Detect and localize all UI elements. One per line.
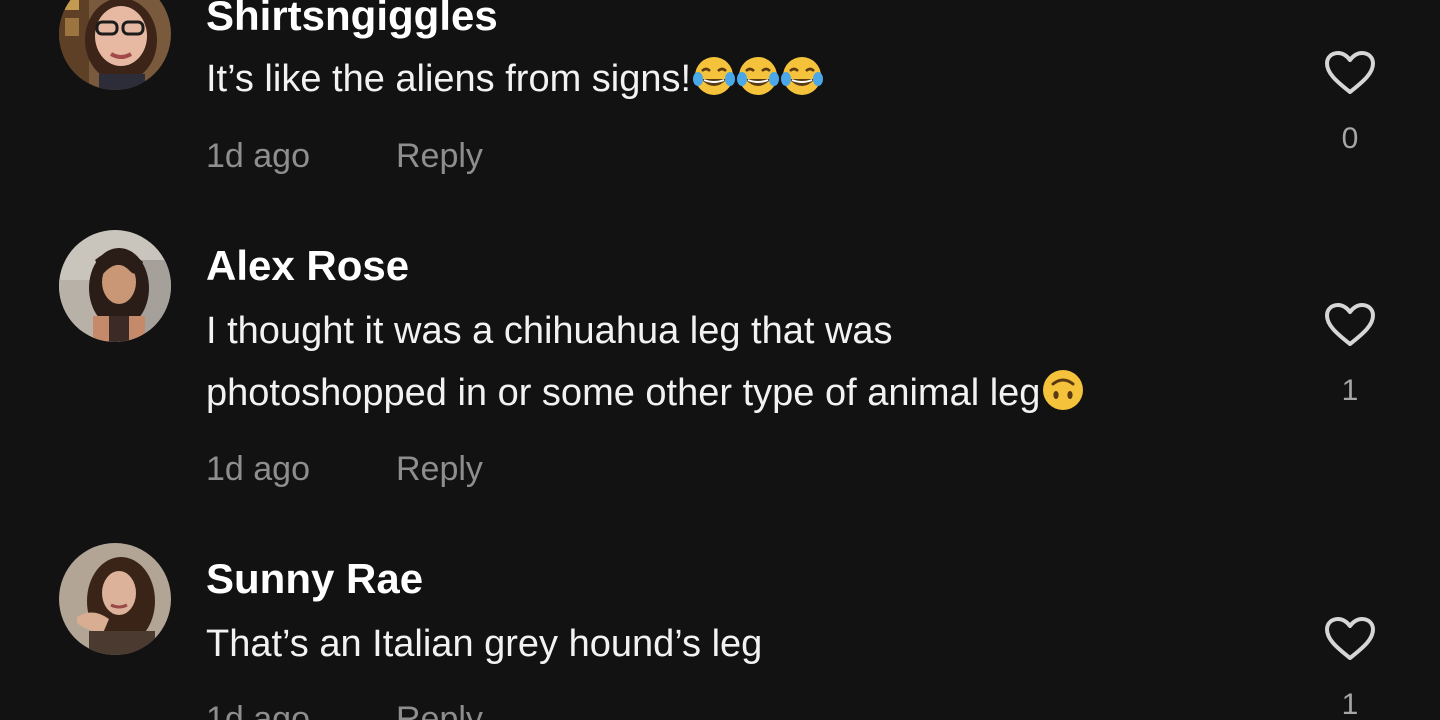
comment-text-content: That’s an Italian grey hound’s leg	[206, 623, 763, 665]
like-button[interactable]	[1322, 616, 1378, 662]
like-button[interactable]	[1322, 302, 1378, 348]
comment-text-content: It’s like the aliens from signs!	[206, 58, 692, 100]
like-count: 1	[1341, 688, 1359, 720]
avatar[interactable]	[59, 230, 171, 342]
heart-outline-icon	[1325, 51, 1375, 94]
avatar[interactable]	[59, 543, 171, 655]
comment-username[interactable]: Sunny Rae	[206, 558, 423, 600]
heart-outline-icon	[1325, 303, 1375, 346]
comment-text-line: photoshopped in or some other type of an…	[206, 362, 1286, 430]
like-button[interactable]	[1322, 50, 1378, 96]
upside-down-face-emoji-icon	[1041, 368, 1085, 430]
avatar[interactable]	[59, 0, 171, 90]
reply-button[interactable]: Reply	[396, 702, 483, 720]
comment-text-line: I thought it was a chihuahua leg that wa…	[206, 310, 893, 352]
tears-of-joy-emoji-icon	[692, 54, 826, 116]
like-count: 0	[1341, 122, 1359, 155]
reply-button[interactable]: Reply	[396, 452, 483, 486]
comment-username[interactable]: Shirtsngiggles	[206, 0, 498, 37]
comment-username[interactable]: Alex Rose	[206, 245, 409, 287]
comment-text: That’s an Italian grey hound’s leg	[206, 613, 1286, 675]
comment-text: It’s like the aliens from signs!	[206, 48, 1286, 116]
comment-meta: 1d ago Reply	[206, 450, 483, 488]
reply-button[interactable]: Reply	[396, 139, 483, 173]
comment-timestamp: 1d ago	[206, 137, 310, 175]
comment-timestamp: 1d ago	[206, 450, 310, 488]
comment-text-content: photoshopped in or some other type of an…	[206, 372, 1041, 414]
like-count: 1	[1341, 374, 1359, 407]
comment-meta: 1d ago Reply	[206, 700, 483, 720]
comment-text: I thought it was a chihuahua leg that wa…	[206, 300, 1286, 430]
heart-outline-icon	[1325, 617, 1375, 660]
comment-meta: 1d ago Reply	[206, 137, 483, 175]
comment-timestamp: 1d ago	[206, 700, 310, 720]
